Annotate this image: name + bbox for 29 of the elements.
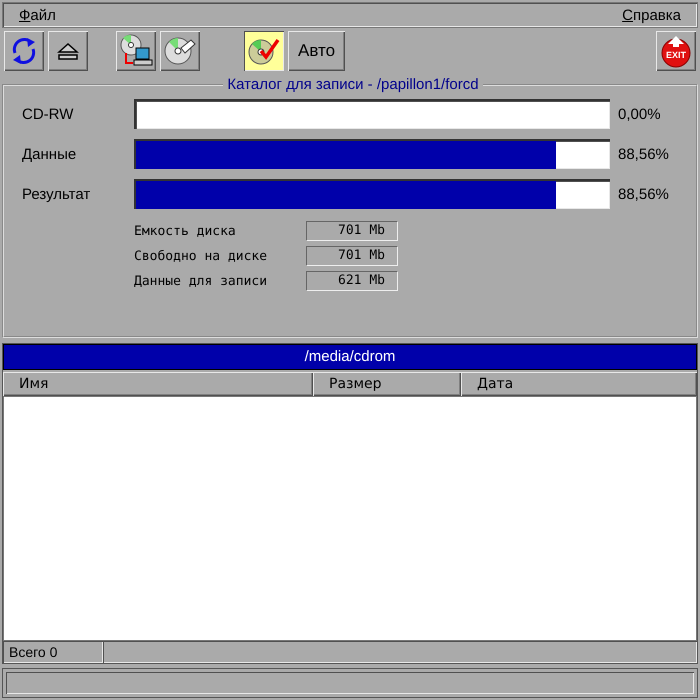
- auto-button[interactable]: Авто: [288, 31, 346, 71]
- percent-reading: 88,56%: [617, 186, 670, 202]
- percent-reading: 88,56%: [617, 146, 670, 162]
- eject-button[interactable]: [48, 31, 88, 71]
- stat-label: Данные для записи: [134, 274, 268, 288]
- bar-label: CD-RW: [22, 106, 74, 122]
- stat-value: 701 Mb: [306, 221, 398, 241]
- stat-value: 701 Mb: [306, 246, 398, 266]
- refresh-button[interactable]: [4, 31, 44, 71]
- verify-button[interactable]: [244, 31, 284, 71]
- stat-label: Емкость диска: [134, 224, 237, 238]
- menu-item[interactable]: Файл: [17, 6, 58, 24]
- bar-label: Данные: [22, 146, 78, 162]
- percent-reading: 0,00%: [617, 106, 662, 122]
- column-header[interactable]: Дата: [461, 372, 697, 396]
- stat-label: Свободно на диске: [134, 248, 268, 264]
- path-header: /media/cdrom: [3, 344, 697, 370]
- disc-to-computer-icon: [119, 34, 153, 68]
- status-count: Всего 0: [3, 641, 103, 663]
- column-header[interactable]: Размер: [313, 372, 461, 396]
- column-header[interactable]: Имя: [3, 372, 313, 396]
- eject-icon: [57, 42, 79, 60]
- bar-label: Результат: [22, 186, 92, 202]
- group-title: Каталог для записи - /papillon1/forcd: [226, 76, 480, 93]
- copy-disc-button[interactable]: [116, 31, 156, 71]
- disc-check-icon: [247, 36, 281, 66]
- burn-button[interactable]: [160, 31, 200, 71]
- stat-value: 621 Mb: [306, 271, 398, 291]
- menu-item[interactable]: Справка: [620, 6, 683, 24]
